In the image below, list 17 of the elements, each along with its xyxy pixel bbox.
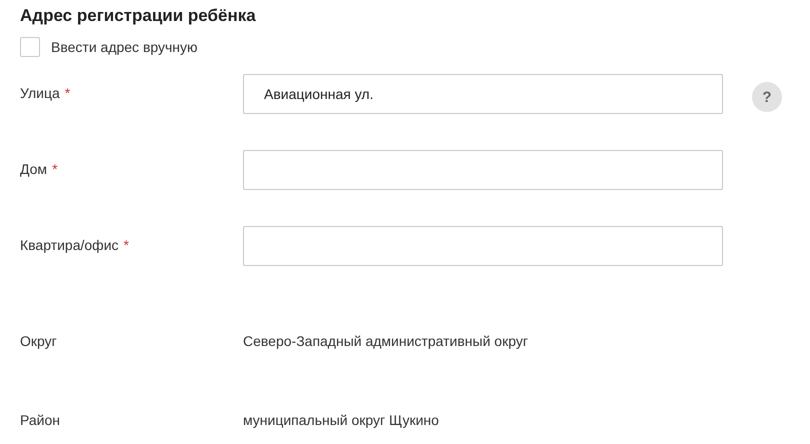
help-icon[interactable]: ? xyxy=(752,82,782,112)
info-label: Округ xyxy=(20,332,58,350)
checkbox[interactable] xyxy=(20,37,40,57)
input-field[interactable]: Авиационная ул. xyxy=(243,74,723,114)
field-label: Квартира/офис xyxy=(20,236,119,254)
field-label: Улица xyxy=(20,84,60,102)
section-title: Адрес регистрации ребёнка xyxy=(20,5,257,27)
input-field[interactable] xyxy=(243,150,723,190)
field-label: Дом xyxy=(20,160,48,178)
required-mark: * xyxy=(64,84,70,102)
info-value: муниципальный округ Щукино xyxy=(243,411,440,429)
checkbox-label: Ввести адрес вручную xyxy=(51,38,198,56)
input-field[interactable] xyxy=(243,226,723,266)
info-label: Район xyxy=(20,411,61,429)
required-mark: * xyxy=(124,236,129,254)
required-mark: * xyxy=(52,160,58,178)
info-value: Северо-Западный административный округ xyxy=(243,332,529,350)
